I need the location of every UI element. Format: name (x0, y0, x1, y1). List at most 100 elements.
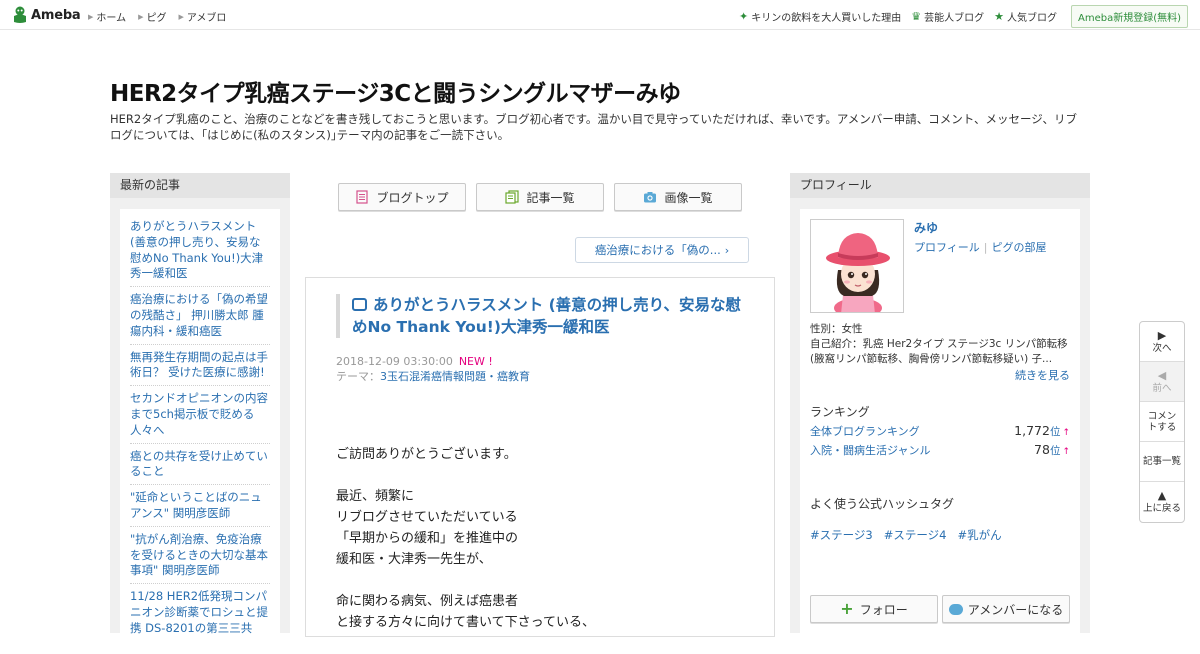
avatar[interactable] (810, 219, 904, 313)
comment-button[interactable]: コメントする (1140, 402, 1184, 442)
floating-nav: ▶ 次へ ◀ 前へ コメントする 記事一覧 ▲ 上に戻る (1139, 321, 1185, 523)
popular-blog-link[interactable]: ★ 人気ブログ (994, 9, 1057, 24)
article-theme-link[interactable]: 3玉石混淆癌情報問題・癌教育 (380, 370, 530, 383)
article-line: 「早期からの緩和」を推進中の (336, 531, 519, 546)
rank-number: 78 (1034, 442, 1050, 457)
amember-label: アメンバーになる (967, 602, 1064, 617)
global-header: Ameba ▶ ホーム ▶ ピグ ▶ アメブロ ✦ キリンの飲料を大人買いした理由 ♛ 芸… (0, 0, 1200, 30)
article-card: ありがとうハラスメント (善意の押し売り、安易な慰めNo Thank You!)… (305, 277, 775, 637)
hashtag-link[interactable]: #ステージ4 (884, 528, 947, 542)
article-paragraph: ご訪問ありがとうございます。 (336, 444, 756, 465)
rank-unit: 位 (1049, 426, 1061, 438)
article-title-text: ありがとうハラスメント (善意の押し売り、安易な慰めNo Thank You!)… (352, 296, 742, 336)
recent-article-link[interactable]: 癌との共存を受け止めていること (130, 447, 270, 486)
nav-home[interactable]: ▶ ホーム (88, 9, 126, 25)
nav-pigg[interactable]: ▶ ピグ (138, 9, 167, 25)
camera-icon (643, 190, 657, 204)
recent-article-link[interactable]: 無再発生存期間の起点は手術日？ 受けた医療に感謝! (130, 348, 270, 387)
sparkle-icon: ✦ (739, 10, 749, 23)
amember-button[interactable]: アメンバーになる (942, 595, 1070, 623)
comment-label: コメントする (1147, 410, 1177, 433)
chevron-right-icon: › (724, 243, 730, 257)
popular-blog-label: 人気ブログ (1006, 13, 1057, 24)
recent-article-link[interactable]: "延命ということばのニュアンス" 関明彦医師 (130, 488, 270, 527)
arrow-right-icon: ▶ (88, 12, 94, 21)
ranking-genre-link[interactable]: 入院・闘病生活ジャンル (810, 442, 930, 458)
blog-description: HER2タイプ乳癌のこと、治療のことなどを書き残しておこうと思います。ブログ初心… (110, 112, 1077, 142)
tab-image-list-label: 画像一覧 (664, 190, 713, 205)
celebrity-blog-link[interactable]: ♛ 芸能人ブログ (911, 9, 984, 24)
article-list-button[interactable]: 記事一覧 (1140, 442, 1184, 482)
tab-article-list[interactable]: 記事一覧 (476, 183, 604, 211)
recent-article-link[interactable]: "抗がん剤治療、免疫治療を受けるときの大切な基本事項" 関明彦医師 (130, 530, 270, 585)
ameba-logo[interactable]: Ameba (12, 6, 81, 24)
hashtag-link[interactable]: #ステージ3 (810, 528, 873, 542)
ranking-value: 78位 ↑ (1034, 442, 1070, 458)
register-button[interactable]: Ameba新規登録(無料) (1070, 5, 1188, 28)
back-to-top-button[interactable]: ▲ 上に戻る (1140, 482, 1184, 522)
recent-article-link[interactable]: ありがとうハラスメント(善意の押し売り、安易な慰めNo Thank You!)大… (130, 217, 270, 288)
recent-articles-heading: 最新の記事 (110, 173, 290, 198)
global-nav: ▶ ホーム ▶ ピグ ▶ アメブロ (88, 9, 238, 25)
trend-up-icon: ↑ (1062, 428, 1070, 438)
recent-article-link[interactable]: 癌治療における「偽の希望の残酷さ」 押川勝太郎 腫瘍内科・緩和癌医 (130, 290, 270, 345)
article-line: 最近、頻繁に (336, 489, 415, 504)
prev-button[interactable]: ◀ 前へ (1140, 362, 1184, 402)
profile-links: プロフィール | ピグの部屋 (914, 239, 1047, 255)
ranking-overall-link[interactable]: 全体ブログランキング (810, 423, 920, 439)
nav-ameblo-label: アメブロ (186, 13, 227, 24)
reblog-icon (352, 298, 367, 311)
back-to-top-label: 上に戻る (1142, 503, 1181, 514)
article-title[interactable]: ありがとうハラスメント (善意の押し売り、安易な慰めNo Thank You!)… (352, 294, 746, 338)
tab-article-list-label: 記事一覧 (526, 190, 575, 205)
recent-article-link[interactable]: セカンドオピニオンの内容まで5ch掲示板で貶める人々へ (130, 389, 270, 444)
nav-pigg-label: ピグ (146, 13, 167, 24)
amember-icon (948, 603, 963, 615)
article-line: 命に関わる病気、例えば癌患者 (336, 594, 519, 609)
recent-articles-list: ありがとうハラスメント(善意の押し売り、安易な慰めNo Thank You!)大… (120, 209, 280, 639)
new-badge: NEW ! (458, 355, 493, 368)
promo-link-label: キリンの飲料を大人買いした理由 (751, 13, 902, 24)
article-meta: 2018-12-09 03:30:00 NEW ! テーマ：3玉石混淆癌情報問題・… (336, 354, 530, 384)
ameba-logo-text: Ameba (31, 7, 81, 23)
arrow-right-icon: ▶ (178, 12, 184, 21)
article-paragraph: 命に関わる病気、例えば癌患者 と接する方々に向けて書いて下さっている、 (336, 591, 756, 633)
article-line: ご訪問ありがとうございます。 (336, 447, 517, 462)
recent-article-link[interactable]: 11/28 HER2低発現コンパニオン診断薬でロシュと提携 DS-8201の第三… (130, 587, 270, 639)
profile-name[interactable]: みゆ (914, 219, 938, 236)
previous-article-link[interactable]: 癌治療における「偽の... › (575, 237, 749, 263)
crown-icon: ♛ (911, 10, 922, 23)
article-line: と接する方々に向けて書いて下さっている、 (336, 615, 595, 630)
arrow-right-icon: ▶ (138, 12, 144, 21)
celebrity-blog-label: 芸能人ブログ (924, 13, 985, 24)
ranking-heading: ランキング (810, 405, 870, 419)
profile-link[interactable]: プロフィール (914, 241, 980, 254)
profile-box: みゆ プロフィール | ピグの部屋 性別：女性 自己紹介：乳癌 Her2タイプ ステ… (800, 209, 1080, 639)
pigg-room-link[interactable]: ピグの部屋 (992, 241, 1047, 254)
promo-link[interactable]: ✦ キリンの飲料を大人買いした理由 (739, 9, 901, 24)
article-paragraph: 最近、頻繁に リブログさせていただいている 「早期からの緩和」を推進中の 緩和医… (336, 486, 756, 570)
hashtag-link[interactable]: #乳がん (957, 528, 1001, 542)
ranking-row: 入院・闘病生活ジャンル 78位 ↑ (810, 442, 1070, 458)
profile-heading: プロフィール (790, 173, 1090, 198)
blog-tabs: ブログトップ 記事一覧 画像一覧 (338, 183, 752, 211)
next-button[interactable]: ▶ 次へ (1140, 322, 1184, 362)
tab-blog-top-label: ブログトップ (376, 190, 449, 205)
rank-number: 1,772 (1014, 423, 1050, 438)
back-icon: ◀ (1157, 368, 1167, 382)
blog-title[interactable]: HER2タイプ乳癌ステージ3Cと闘うシングルマザーみゆ (110, 74, 681, 108)
prev-label: 前へ (1152, 382, 1172, 394)
header-right-links: ✦ キリンの飲料を大人買いした理由 ♛ 芸能人ブログ ★ 人気ブログ Ameba新規登… (729, 5, 1188, 28)
profile-gender: 性別：女性 (810, 323, 863, 335)
follow-label: フォロー (859, 602, 908, 617)
nav-ameblo[interactable]: ▶ アメブロ (178, 9, 227, 25)
trend-up-icon: ↑ (1062, 447, 1070, 457)
tab-image-list[interactable]: 画像一覧 (614, 183, 742, 211)
rank-unit: 位 (1049, 445, 1061, 457)
next-label: 次へ (1152, 342, 1172, 354)
profile-info: 性別：女性 自己紹介：乳癌 Her2タイプ ステージ3c リンパ節転移 (腋窩リ… (810, 322, 1072, 367)
read-more-link[interactable]: 続きを見る (1015, 367, 1070, 383)
article-datetime: 2018-12-09 03:30:00 (336, 355, 453, 368)
follow-button[interactable]: + フォロー (810, 595, 938, 623)
tab-blog-top[interactable]: ブログトップ (338, 183, 466, 211)
